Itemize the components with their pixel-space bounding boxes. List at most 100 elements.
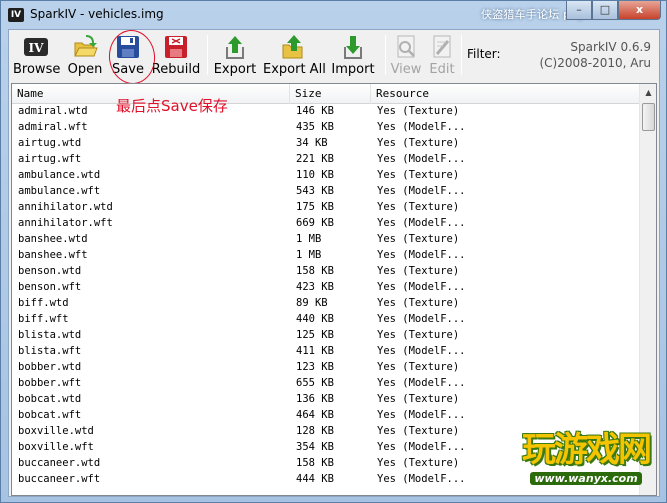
- export-label: Export: [213, 62, 257, 77]
- edit-label: Edit: [429, 62, 455, 77]
- list-item[interactable]: biff.wft 440 KB Yes (ModelF...: [12, 312, 640, 328]
- toolbar-separator: [385, 35, 386, 75]
- list-item[interactable]: bobber.wft 655 KB Yes (ModelF...: [12, 376, 640, 392]
- view-icon: [397, 35, 415, 58]
- file-name: bobber.wft: [18, 377, 82, 389]
- rebuild-disk-icon: [165, 36, 187, 58]
- list-item[interactable]: admiral.wft 435 KB Yes (ModelF...: [12, 120, 640, 136]
- app-window: IV SparkIV - vehicles.img 侠盗猎车手论坛 pcgta.…: [0, 0, 667, 503]
- iv-logo-icon: IV: [24, 38, 48, 56]
- scroll-up-arrow-icon[interactable]: ▲: [641, 84, 656, 101]
- open-button[interactable]: Open: [65, 32, 105, 78]
- view-label: View: [390, 62, 422, 77]
- file-name: buccaneer.wtd: [18, 457, 101, 469]
- file-size: 136 KB: [296, 393, 334, 405]
- file-size: 354 KB: [296, 441, 334, 453]
- file-size: 464 KB: [296, 409, 334, 421]
- list-item[interactable]: banshee.wft 1 MB Yes (ModelF...: [12, 248, 640, 264]
- list-item[interactable]: ambulance.wft 543 KB Yes (ModelF...: [12, 184, 640, 200]
- file-name: admiral.wtd: [18, 105, 88, 117]
- file-resource: Yes (ModelF...: [377, 121, 466, 133]
- save-annotation: 最后点Save保存: [116, 97, 228, 115]
- toolbar-separator: [207, 35, 208, 75]
- list-item[interactable]: admiral.wtd 146 KB Yes (Texture): [12, 104, 640, 120]
- file-size: 440 KB: [296, 313, 334, 325]
- file-size: 444 KB: [296, 473, 334, 485]
- edit-button[interactable]: Edit: [427, 32, 457, 78]
- open-folder-icon: [74, 35, 98, 57]
- file-resource: Yes (ModelF...: [377, 473, 466, 485]
- column-header-size[interactable]: Size: [290, 84, 371, 104]
- toolbar-separator: [461, 35, 462, 75]
- file-name: bobber.wtd: [18, 361, 82, 373]
- rebuild-button[interactable]: Rebuild: [151, 32, 201, 78]
- file-size: 221 KB: [296, 153, 334, 165]
- file-resource: Yes (ModelF...: [377, 185, 466, 197]
- list-item[interactable]: benson.wtd 158 KB Yes (Texture): [12, 264, 640, 280]
- list-item[interactable]: banshee.wtd 1 MB Yes (Texture): [12, 232, 640, 248]
- file-name: ambulance.wtd: [18, 169, 101, 181]
- file-name: bobcat.wtd: [18, 393, 82, 405]
- column-header-resource[interactable]: Resource: [371, 84, 640, 104]
- file-name: airtug.wtd: [18, 137, 82, 149]
- close-button[interactable]: x: [618, 1, 661, 20]
- app-copyright: (C)2008-2010, Aru: [539, 56, 651, 70]
- list-item[interactable]: blista.wtd 125 KB Yes (Texture): [12, 328, 640, 344]
- file-resource: Yes (ModelF...: [377, 153, 466, 165]
- file-name: boxville.wft: [18, 441, 94, 453]
- file-name: annihilator.wft: [18, 217, 113, 229]
- toolbar: IV Browse Open Save Rebuild Export Expor…: [9, 30, 659, 80]
- list-item[interactable]: bobber.wtd 123 KB Yes (Texture): [12, 360, 640, 376]
- svg-text:IV: IV: [29, 41, 45, 55]
- file-resource: Yes (ModelF...: [377, 441, 466, 453]
- file-size: 175 KB: [296, 201, 334, 213]
- list-item[interactable]: ambulance.wtd 110 KB Yes (Texture): [12, 168, 640, 184]
- browse-button[interactable]: IV Browse: [13, 32, 61, 78]
- file-name: biff.wtd: [18, 297, 69, 309]
- file-resource: Yes (ModelF...: [377, 409, 466, 421]
- rebuild-label: Rebuild: [151, 62, 201, 77]
- file-resource: Yes (Texture): [377, 361, 460, 373]
- maximize-button[interactable]: □: [592, 1, 618, 20]
- list-header: Name Size Resource: [12, 84, 640, 104]
- file-resource: Yes (Texture): [377, 137, 460, 149]
- minimize-button[interactable]: –: [566, 1, 592, 20]
- export-all-icon: [282, 35, 303, 59]
- file-size: 1 MB: [296, 249, 322, 261]
- import-label: Import: [331, 62, 375, 77]
- file-resource: Yes (Texture): [377, 297, 460, 309]
- file-resource: Yes (ModelF...: [377, 377, 466, 389]
- list-item[interactable]: bobcat.wtd 136 KB Yes (Texture): [12, 392, 640, 408]
- view-button[interactable]: View: [389, 32, 423, 78]
- file-size: 1 MB: [296, 233, 322, 245]
- list-item[interactable]: airtug.wtd 34 KB Yes (Texture): [12, 136, 640, 152]
- file-resource: Yes (ModelF...: [377, 313, 466, 325]
- file-size: 110 KB: [296, 169, 334, 181]
- title-bar[interactable]: IV SparkIV - vehicles.img 侠盗猎车手论坛 pcgta.…: [1, 1, 666, 29]
- list-item[interactable]: biff.wtd 89 KB Yes (Texture): [12, 296, 640, 312]
- list-item[interactable]: airtug.wft 221 KB Yes (ModelF...: [12, 152, 640, 168]
- file-resource: Yes (Texture): [377, 201, 460, 213]
- import-button[interactable]: Import: [329, 32, 377, 78]
- file-size: 128 KB: [296, 425, 334, 437]
- export-all-button[interactable]: Export All: [263, 32, 326, 78]
- file-name: banshee.wtd: [18, 233, 88, 245]
- file-resource: Yes (Texture): [377, 233, 460, 245]
- sparkiv-app-icon[interactable]: IV: [8, 8, 24, 22]
- file-size: 89 KB: [296, 297, 328, 309]
- file-name: blista.wft: [18, 345, 82, 357]
- list-item[interactable]: benson.wft 423 KB Yes (ModelF...: [12, 280, 640, 296]
- scroll-thumb[interactable]: [642, 103, 655, 131]
- file-size: 34 KB: [296, 137, 328, 149]
- browse-label: Browse: [13, 62, 61, 77]
- list-item[interactable]: blista.wft 411 KB Yes (ModelF...: [12, 344, 640, 360]
- file-resource: Yes (Texture): [377, 457, 460, 469]
- export-button[interactable]: Export: [213, 32, 257, 78]
- list-item[interactable]: annihilator.wft 669 KB Yes (ModelF...: [12, 216, 640, 232]
- file-size: 125 KB: [296, 329, 334, 341]
- list-item[interactable]: annihilator.wtd 175 KB Yes (Texture): [12, 200, 640, 216]
- export-arrow-icon: [226, 36, 244, 59]
- file-resource: Yes (Texture): [377, 393, 460, 405]
- file-size: 123 KB: [296, 361, 334, 373]
- open-label: Open: [67, 62, 103, 77]
